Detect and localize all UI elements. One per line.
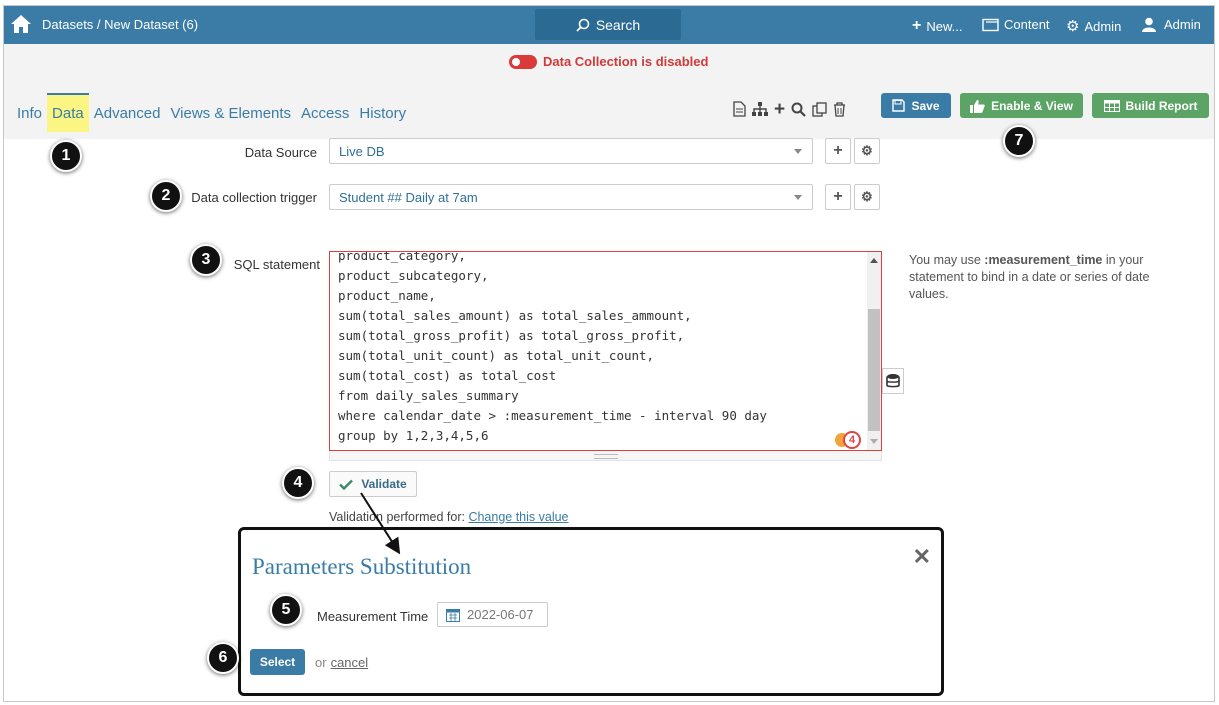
enable-view-button[interactable]: Enable & View xyxy=(960,93,1083,118)
document-icon[interactable] xyxy=(733,101,746,117)
add-icon[interactable]: + xyxy=(774,100,785,119)
search-icon xyxy=(576,18,590,32)
hierarchy-icon[interactable] xyxy=(752,101,768,117)
tab-views-elements[interactable]: Views & Elements xyxy=(165,105,296,132)
measurement-time-field[interactable]: 2022-06-07 xyxy=(437,602,548,627)
tab-bar: Info Data Advanced Views & Elements Acce… xyxy=(12,92,411,132)
trigger-settings-button[interactable]: ⚙ xyxy=(854,184,880,210)
tab-info[interactable]: Info xyxy=(12,105,47,132)
tab-data[interactable]: Data xyxy=(47,93,89,132)
change-value-link[interactable]: Change this value xyxy=(468,510,568,524)
validate-label: Validate xyxy=(361,477,407,491)
data-source-select[interactable]: Live DB xyxy=(329,138,813,164)
measurement-time-hint: You may use :measurement_time in your st… xyxy=(909,253,1150,301)
callout-badge: 2 xyxy=(150,180,182,212)
cancel-link[interactable]: cancel xyxy=(331,655,369,670)
scroll-thumb[interactable] xyxy=(868,309,880,431)
calendar-icon xyxy=(446,608,460,622)
data-source-settings-button[interactable]: ⚙ xyxy=(854,138,880,164)
build-report-button[interactable]: Build Report xyxy=(1092,93,1209,118)
validation-info: Validation performed for: Change this va… xyxy=(329,510,569,524)
user-menu[interactable]: Admin xyxy=(1142,17,1201,32)
database-icon[interactable] xyxy=(882,368,904,394)
plus-icon: + xyxy=(912,17,922,34)
copy-icon[interactable] xyxy=(812,101,827,117)
folder-icon xyxy=(982,18,999,31)
home-icon[interactable] xyxy=(10,14,32,34)
search-label: Search xyxy=(595,16,641,33)
new-menu[interactable]: + New... xyxy=(912,17,962,35)
scroll-down-icon[interactable] xyxy=(870,439,878,444)
toggle-switch[interactable] xyxy=(509,54,537,69)
validate-button[interactable]: Validate xyxy=(329,471,417,497)
data-collection-status-text: Data Collection is disabled xyxy=(543,54,709,69)
data-collection-status[interactable]: Data Collection is disabled xyxy=(509,54,708,69)
data-source-label: Data Source xyxy=(244,145,317,160)
save-button[interactable]: Save xyxy=(881,93,951,118)
database-glyph-icon xyxy=(886,374,900,388)
sql-editor[interactable]: product_category, product_subcategory, p… xyxy=(329,251,882,451)
cancel-row: or cancel xyxy=(315,655,368,670)
app-window: Datasets / New Dataset (6) Search + New.… xyxy=(3,5,1215,702)
build-report-label: Build Report xyxy=(1125,98,1198,113)
select-button[interactable]: Select xyxy=(250,649,305,675)
dialog-title: Parameters Substitution xyxy=(252,554,472,579)
plus-icon: + xyxy=(833,188,843,205)
save-label: Save xyxy=(911,98,940,113)
thumbs-up-icon xyxy=(970,99,985,113)
search-button[interactable]: Search xyxy=(535,9,681,40)
plus-icon: + xyxy=(833,142,843,159)
trash-icon[interactable] xyxy=(833,101,846,117)
issue-count-badge: 4 xyxy=(843,431,861,449)
content-label: Content xyxy=(1004,17,1050,32)
close-icon[interactable]: ✕ xyxy=(913,544,931,570)
tab-history[interactable]: History xyxy=(354,105,411,132)
parameters-substitution-dialog: Parameters Substitution ✕ Measurement Ti… xyxy=(238,527,944,696)
callout-badge: 5 xyxy=(270,594,302,626)
content-menu[interactable]: Content xyxy=(982,17,1050,32)
trigger-value: Student ## Daily at 7am xyxy=(339,190,478,205)
floppy-disk-icon xyxy=(892,99,906,112)
callout-badge: 6 xyxy=(207,642,239,674)
user-icon xyxy=(1142,17,1156,32)
search-icon[interactable] xyxy=(791,102,806,117)
callout-badge: 7 xyxy=(1003,125,1035,157)
new-label: New... xyxy=(926,18,963,34)
sql-scrollbar[interactable] xyxy=(867,252,881,450)
add-trigger-button[interactable]: + xyxy=(825,184,851,210)
trigger-select[interactable]: Student ## Daily at 7am xyxy=(329,184,813,210)
data-source-value: Live DB xyxy=(339,144,385,159)
editor-resize-handle[interactable] xyxy=(329,451,882,461)
gear-icon: ⚙ xyxy=(1066,18,1080,35)
scroll-up-icon[interactable] xyxy=(870,258,878,263)
enable-view-label: Enable & View xyxy=(991,98,1073,113)
chevron-down-icon xyxy=(794,195,802,200)
user-label: Admin xyxy=(1164,17,1201,32)
dataset-header: Data Collection is disabled Info Data Ad… xyxy=(4,44,1214,139)
toolbar-icons: + xyxy=(733,100,846,119)
measurement-time-value: 2022-06-07 xyxy=(467,607,534,622)
gear-icon: ⚙ xyxy=(861,143,873,158)
checkmark-icon xyxy=(339,479,354,490)
sql-code: product_category, product_subcategory, p… xyxy=(338,251,767,443)
or-text: or xyxy=(315,655,327,670)
chevron-down-icon xyxy=(794,149,802,154)
spellcheck-indicator[interactable]: 4 xyxy=(835,431,861,449)
measurement-time-label: Measurement Time xyxy=(317,609,429,624)
tab-access[interactable]: Access xyxy=(296,105,354,132)
table-icon xyxy=(1103,99,1120,112)
breadcrumb[interactable]: Datasets / New Dataset (6) xyxy=(42,17,198,32)
gear-icon: ⚙ xyxy=(861,189,873,204)
tab-advanced[interactable]: Advanced xyxy=(89,105,166,132)
admin-menu-label: Admin xyxy=(1084,18,1122,34)
callout-badge: 4 xyxy=(282,467,314,499)
callout-badge: 3 xyxy=(190,244,222,276)
add-data-source-button[interactable]: + xyxy=(825,138,851,164)
admin-menu[interactable]: ⚙ Admin xyxy=(1066,17,1121,35)
top-navigation-bar: Datasets / New Dataset (6) Search + New.… xyxy=(4,6,1214,44)
callout-badge: 1 xyxy=(50,140,82,172)
